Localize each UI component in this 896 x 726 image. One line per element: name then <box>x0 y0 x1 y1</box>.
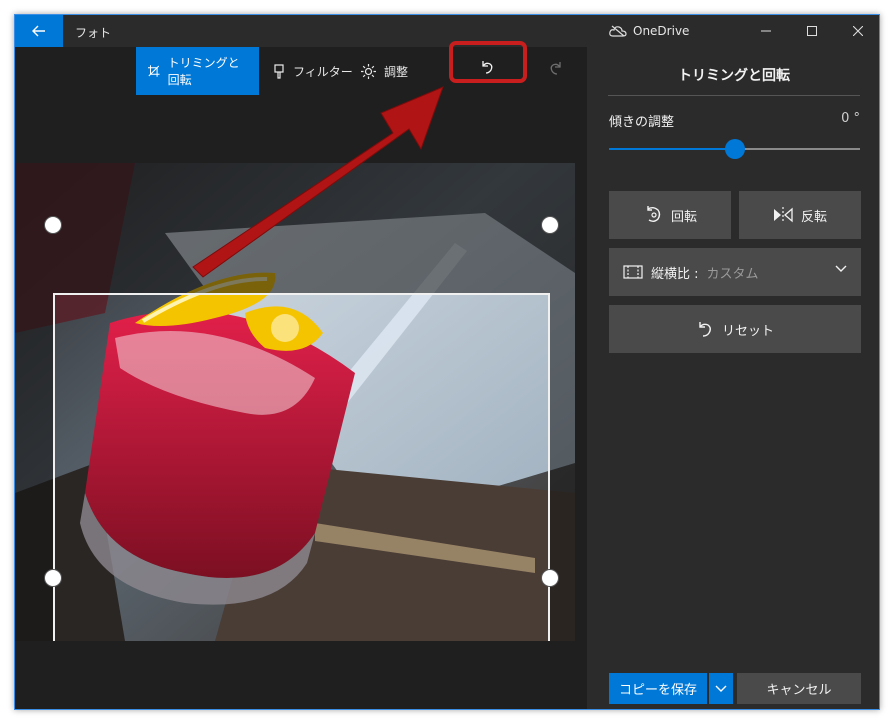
reset-icon <box>699 322 711 337</box>
tilt-label: 傾きの調整 <box>609 115 675 130</box>
flip-label: 反転 <box>800 209 827 225</box>
photos-window: フォト OneDrive トリミングと回転 フィルター 調整 トリミングと回転 … <box>14 14 880 710</box>
rotate-button[interactable]: 回転 <box>609 191 731 239</box>
panel-divider <box>608 95 860 96</box>
image-canvas <box>15 95 587 709</box>
maximize-icon <box>807 26 817 36</box>
cancel-button[interactable]: キャンセル <box>737 673 861 704</box>
rotate-icon <box>647 206 661 222</box>
chevron-down-icon <box>715 685 727 692</box>
rotate-label: 回転 <box>670 209 697 225</box>
back-button[interactable] <box>15 15 63 47</box>
tab-crop-rotate-label: トリミングと回転 <box>167 56 240 87</box>
minimize-button[interactable] <box>743 15 789 47</box>
close-button[interactable] <box>835 15 879 47</box>
onedrive-label: OneDrive <box>633 24 690 38</box>
flip-button[interactable]: 反転 <box>739 191 861 239</box>
crop-dim-top <box>15 163 575 293</box>
undo-button[interactable] <box>447 47 527 87</box>
save-options-dropdown[interactable] <box>709 673 733 704</box>
redo-button[interactable] <box>541 53 571 83</box>
edit-toolbar: トリミングと回転 フィルター 調整 <box>15 41 587 95</box>
save-copy-label: コピーを保存 <box>618 683 697 698</box>
maximize-button[interactable] <box>789 15 835 47</box>
cancel-label: キャンセル <box>766 683 832 698</box>
aspect-ratio-label: 縦横比 : <box>651 266 699 282</box>
panel-title: トリミングと回転 <box>678 68 790 84</box>
crop-dim-left <box>15 293 53 641</box>
aspect-ratio-icon <box>623 265 643 279</box>
filter-brush-icon <box>274 63 284 79</box>
crop-handle-bottom-right[interactable] <box>541 569 559 587</box>
tab-crop-rotate[interactable]: トリミングと回転 <box>136 47 259 95</box>
app-title: フォト <box>75 26 112 40</box>
reset-label: リセット <box>721 323 774 339</box>
crop-handle-bottom-left[interactable] <box>44 569 62 587</box>
redo-icon <box>550 62 561 75</box>
crop-rotate-panel: トリミングと回転 傾きの調整 0 ° 回転 反転 縦横比: カスタム リセット… <box>587 47 879 709</box>
close-icon <box>853 26 863 36</box>
back-arrow-icon <box>32 25 45 37</box>
undo-icon <box>482 61 493 74</box>
tab-filter-label: フィルター <box>293 64 353 79</box>
chevron-down-icon <box>835 265 847 272</box>
tilt-slider-thumb[interactable] <box>724 139 745 159</box>
crop-handle-top-left[interactable] <box>44 216 62 234</box>
crop-icon <box>148 65 160 77</box>
minimize-icon <box>761 30 771 32</box>
tilt-slider-fill <box>609 148 735 150</box>
onedrive-status[interactable]: OneDrive <box>609 24 689 38</box>
tilt-value: 0 ° <box>841 111 860 126</box>
brightness-icon <box>361 63 376 79</box>
save-copy-button[interactable]: コピーを保存 <box>609 673 707 704</box>
photo <box>15 163 575 641</box>
tab-adjust-label: 調整 <box>384 64 409 79</box>
onedrive-icon <box>609 25 627 37</box>
flip-icon <box>773 207 793 223</box>
reset-button[interactable]: リセット <box>609 305 861 353</box>
crop-dim-right <box>550 293 575 641</box>
tab-adjust[interactable]: 調整 <box>349 47 420 95</box>
aspect-ratio-dropdown[interactable]: 縦横比 : カスタム <box>609 248 861 296</box>
crop-handle-top-right[interactable] <box>541 216 559 234</box>
title-bar: フォト OneDrive <box>15 15 879 47</box>
aspect-ratio-value: カスタム <box>706 266 759 282</box>
